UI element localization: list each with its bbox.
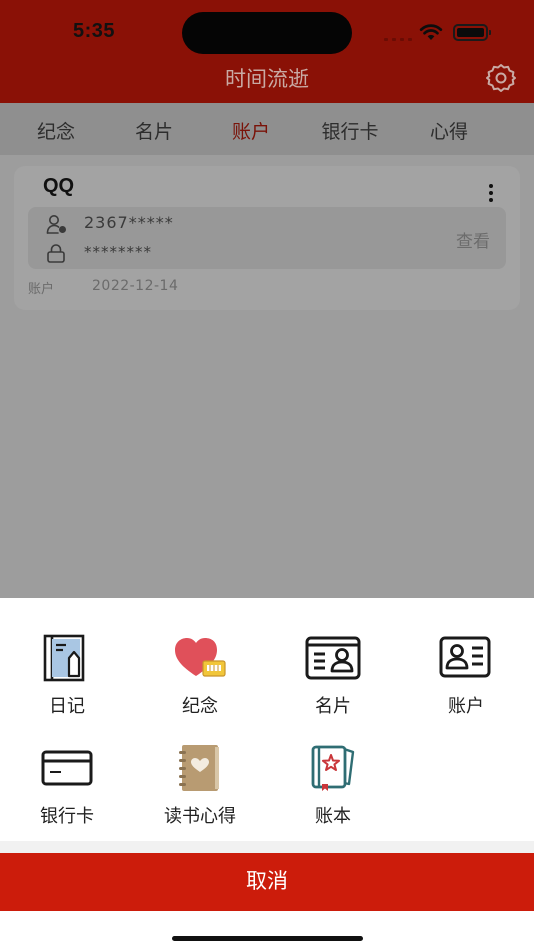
tab-memorial[interactable]: 纪念 (37, 117, 75, 144)
sheet-item-diary[interactable]: 日记 (7, 634, 127, 734)
account-type-label: 账户 (28, 282, 55, 297)
sheet-item-label: 日记 (49, 696, 85, 717)
home-indicator[interactable] (172, 936, 363, 941)
sheet-item-memorial[interactable]: 纪念 (140, 634, 260, 734)
bank-card-icon (41, 750, 93, 786)
ledger-icon (311, 745, 355, 791)
notebook-heart-icon (179, 745, 219, 791)
sheet-item-label: 账户 (448, 696, 484, 717)
account-card[interactable]: QQ 2367***** ******** 查看 账户 2022-12-14 (14, 166, 520, 310)
cancel-button[interactable]: 取消 (0, 853, 534, 911)
sheet-item-ledger[interactable]: 账本 (273, 744, 393, 844)
sheet-divider (0, 841, 534, 853)
sheet-item-reading-notes[interactable]: 读书心得 (140, 744, 260, 844)
dynamic-island (182, 12, 352, 54)
account-password: ******** (84, 243, 152, 261)
tab-bank-card[interactable]: 银行卡 (321, 117, 378, 144)
page-title: 时间流逝 (225, 67, 309, 91)
battery-icon (453, 24, 491, 41)
gear-icon[interactable] (485, 62, 517, 94)
sheet-item-account[interactable]: 账户 (406, 634, 526, 734)
account-title: QQ (43, 175, 75, 197)
status-time: 5:35 (73, 20, 116, 42)
sheet-item-label: 纪念 (182, 696, 218, 717)
more-options-icon[interactable] (487, 184, 495, 202)
diary-icon (43, 634, 85, 682)
account-username: 2367***** (84, 213, 174, 232)
sheet-item-label: 读书心得 (164, 806, 236, 827)
credentials-box: 2367***** ******** 查看 (28, 207, 506, 269)
signal-icon (384, 37, 412, 41)
tab-business-card[interactable]: 名片 (135, 117, 173, 144)
lock-icon (47, 244, 65, 263)
sheet-item-label: 银行卡 (40, 806, 94, 827)
navigation-bar: 5:35 时间流逝 (0, 0, 534, 103)
view-button[interactable]: 查看 (456, 227, 490, 252)
tab-notes[interactable]: 心得 (430, 117, 468, 144)
heart-gift-icon (175, 638, 226, 677)
account-date: 2022-12-14 (92, 278, 179, 294)
category-tabs: 纪念 名片 账户 银行卡 心得 (0, 103, 534, 155)
sheet-item-business-card[interactable]: 名片 (273, 634, 393, 734)
account-card-icon (439, 636, 491, 678)
user-icon (46, 215, 66, 234)
home-area (0, 911, 534, 950)
wifi-icon (419, 24, 443, 40)
sheet-item-label: 账本 (315, 806, 351, 827)
account-list: QQ 2367***** ******** 查看 账户 2022-12-14 (0, 155, 534, 598)
tab-account[interactable]: 账户 (232, 117, 270, 144)
business-card-icon (305, 636, 361, 680)
sheet-item-label: 名片 (315, 696, 351, 717)
add-category-sheet: 日记 纪念 名片 账户 银行卡 读书心得 账本 (0, 598, 534, 841)
sheet-item-bank-card[interactable]: 银行卡 (7, 744, 127, 844)
